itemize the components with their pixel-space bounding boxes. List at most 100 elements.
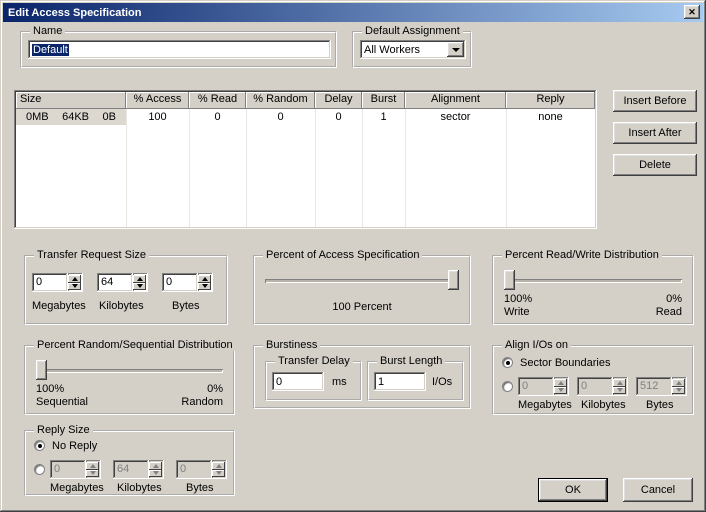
read-write-left-label: Write [504, 306, 529, 318]
title-bar[interactable]: Edit Access Specification ✕ [3, 3, 703, 22]
align-bytes-stepper: 512 [636, 377, 687, 396]
spin-up-icon[interactable] [68, 275, 81, 283]
spin-down-icon[interactable] [133, 283, 146, 291]
random-sequential-group: Percent Random/Sequential Distribution 1… [24, 345, 235, 415]
custom-alignment-radio[interactable] [502, 381, 513, 392]
column-header-burst[interactable]: Burst [362, 92, 405, 109]
spin-down-icon[interactable] [198, 283, 211, 291]
row-access: 100 [126, 111, 189, 123]
row-delay: 0 [315, 111, 362, 123]
spin-up-icon [672, 379, 685, 387]
random-sequential-label: Percent Random/Sequential Distribution [34, 339, 236, 351]
row-random: 0 [246, 111, 315, 123]
table-body: 0MB 64KB 0B 100 0 0 0 1 sector none [16, 109, 595, 227]
trs-bytes-stepper[interactable]: 0 [162, 273, 213, 292]
random-sequential-left-pct: 100% [36, 383, 64, 395]
row-size-cell: 0MB 64KB 0B [16, 109, 126, 125]
row-size-kb: 64KB [62, 111, 89, 123]
read-write-slider-track[interactable] [504, 279, 682, 283]
read-write-left-pct: 100% [504, 293, 532, 305]
close-icon[interactable]: ✕ [684, 5, 700, 19]
name-input[interactable]: Default [28, 40, 331, 59]
insert-before-button[interactable]: Insert Before [613, 90, 697, 112]
reply-bytes-label: Bytes [186, 482, 214, 494]
trs-megabytes-label: Megabytes [32, 300, 86, 312]
name-value: Default [32, 44, 69, 56]
spin-down-icon [613, 387, 626, 395]
column-header-size[interactable]: Size [16, 92, 126, 109]
reply-size-group: Reply Size No Reply 0 64 0 Megabytes Kil… [24, 430, 235, 496]
reply-bytes-stepper: 0 [176, 460, 227, 479]
sector-boundaries-radio[interactable] [502, 357, 513, 368]
column-header-reply[interactable]: Reply [506, 92, 595, 109]
spin-down-icon [212, 470, 225, 478]
trs-kilobytes-value[interactable]: 64 [97, 273, 133, 292]
spin-up-icon [212, 462, 225, 470]
column-header-delay[interactable]: Delay [315, 92, 362, 109]
column-header-random[interactable]: % Random [246, 92, 315, 109]
no-reply-label: No Reply [52, 440, 97, 452]
column-header-read[interactable]: % Read [189, 92, 246, 109]
trs-bytes-value[interactable]: 0 [162, 273, 198, 292]
spin-up-icon[interactable] [198, 275, 211, 283]
column-header-access[interactable]: % Access [126, 92, 189, 109]
read-write-slider-thumb[interactable] [504, 270, 515, 290]
spin-down-icon [554, 387, 567, 395]
row-reply: none [506, 111, 595, 123]
edit-access-specification-dialog: Edit Access Specification ✕ Name Default… [0, 0, 706, 512]
transfer-delay-input[interactable]: 0 [272, 372, 324, 391]
reply-megabytes-label: Megabytes [50, 482, 104, 494]
random-sequential-slider-track[interactable] [36, 369, 223, 373]
cancel-button[interactable]: Cancel [623, 478, 693, 502]
trs-kilobytes-stepper[interactable]: 64 [97, 273, 148, 292]
percent-access-slider-track[interactable] [265, 279, 459, 283]
default-assignment-select[interactable]: All Workers [360, 40, 466, 59]
spin-down-icon[interactable] [68, 283, 81, 291]
reply-kilobytes-label: Kilobytes [117, 482, 162, 494]
custom-reply-radio[interactable] [34, 464, 45, 475]
trs-megabytes-stepper[interactable]: 0 [32, 273, 83, 292]
spin-up-icon[interactable] [133, 275, 146, 283]
name-group: Name Default [20, 31, 337, 68]
spin-down-icon [86, 470, 99, 478]
reply-kilobytes-value: 64 [113, 460, 149, 479]
align-bytes-value: 512 [636, 377, 672, 396]
read-write-group: Percent Read/Write Distribution 100% Wri… [492, 255, 694, 325]
table-row[interactable]: 0MB 64KB 0B 100 0 0 0 1 sector none [16, 109, 595, 125]
row-burst: 1 [362, 111, 405, 123]
delete-button[interactable]: Delete [613, 154, 697, 176]
trs-megabytes-value[interactable]: 0 [32, 273, 68, 292]
transfer-delay-group: Transfer Delay 0 ms [265, 361, 362, 401]
align-kilobytes-label: Kilobytes [581, 399, 626, 411]
percent-access-slider-thumb[interactable] [448, 270, 459, 290]
burst-length-input[interactable]: 1 [374, 372, 426, 391]
ok-button[interactable]: OK [538, 478, 608, 502]
row-read: 0 [189, 111, 246, 123]
spin-up-icon [554, 379, 567, 387]
transfer-delay-unit: ms [332, 376, 347, 388]
trs-kilobytes-label: Kilobytes [99, 300, 144, 312]
read-write-right-label: Read [656, 306, 682, 318]
reply-megabytes-value: 0 [50, 460, 86, 479]
percent-access-value: 100 Percent [255, 301, 469, 313]
insert-after-button[interactable]: Insert After [613, 122, 697, 144]
spin-up-icon [149, 462, 162, 470]
random-sequential-slider-thumb[interactable] [36, 360, 47, 380]
trs-bytes-label: Bytes [172, 300, 200, 312]
no-reply-radio[interactable] [34, 440, 45, 451]
default-assignment-label: Default Assignment [362, 25, 463, 37]
align-megabytes-label: Megabytes [518, 399, 572, 411]
read-write-label: Percent Read/Write Distribution [502, 249, 662, 261]
column-header-alignment[interactable]: Alignment [405, 92, 506, 109]
sector-boundaries-label: Sector Boundaries [520, 357, 611, 369]
spin-up-icon [613, 379, 626, 387]
transfer-request-size-group: Transfer Request Size 0 64 0 Megabytes K… [24, 255, 228, 325]
transfer-delay-value: 0 [276, 376, 282, 388]
chevron-down-icon[interactable] [447, 42, 464, 57]
align-ios-group: Align I/Os on Sector Boundaries 0 0 512 … [492, 345, 694, 415]
access-spec-table: Size % Access % Read % Random Delay Burs… [14, 90, 597, 229]
burst-length-value: 1 [378, 376, 384, 388]
percent-access-group: Percent of Access Specification 100 Perc… [253, 255, 471, 325]
spin-up-icon [86, 462, 99, 470]
burstiness-label: Burstiness [263, 339, 320, 351]
